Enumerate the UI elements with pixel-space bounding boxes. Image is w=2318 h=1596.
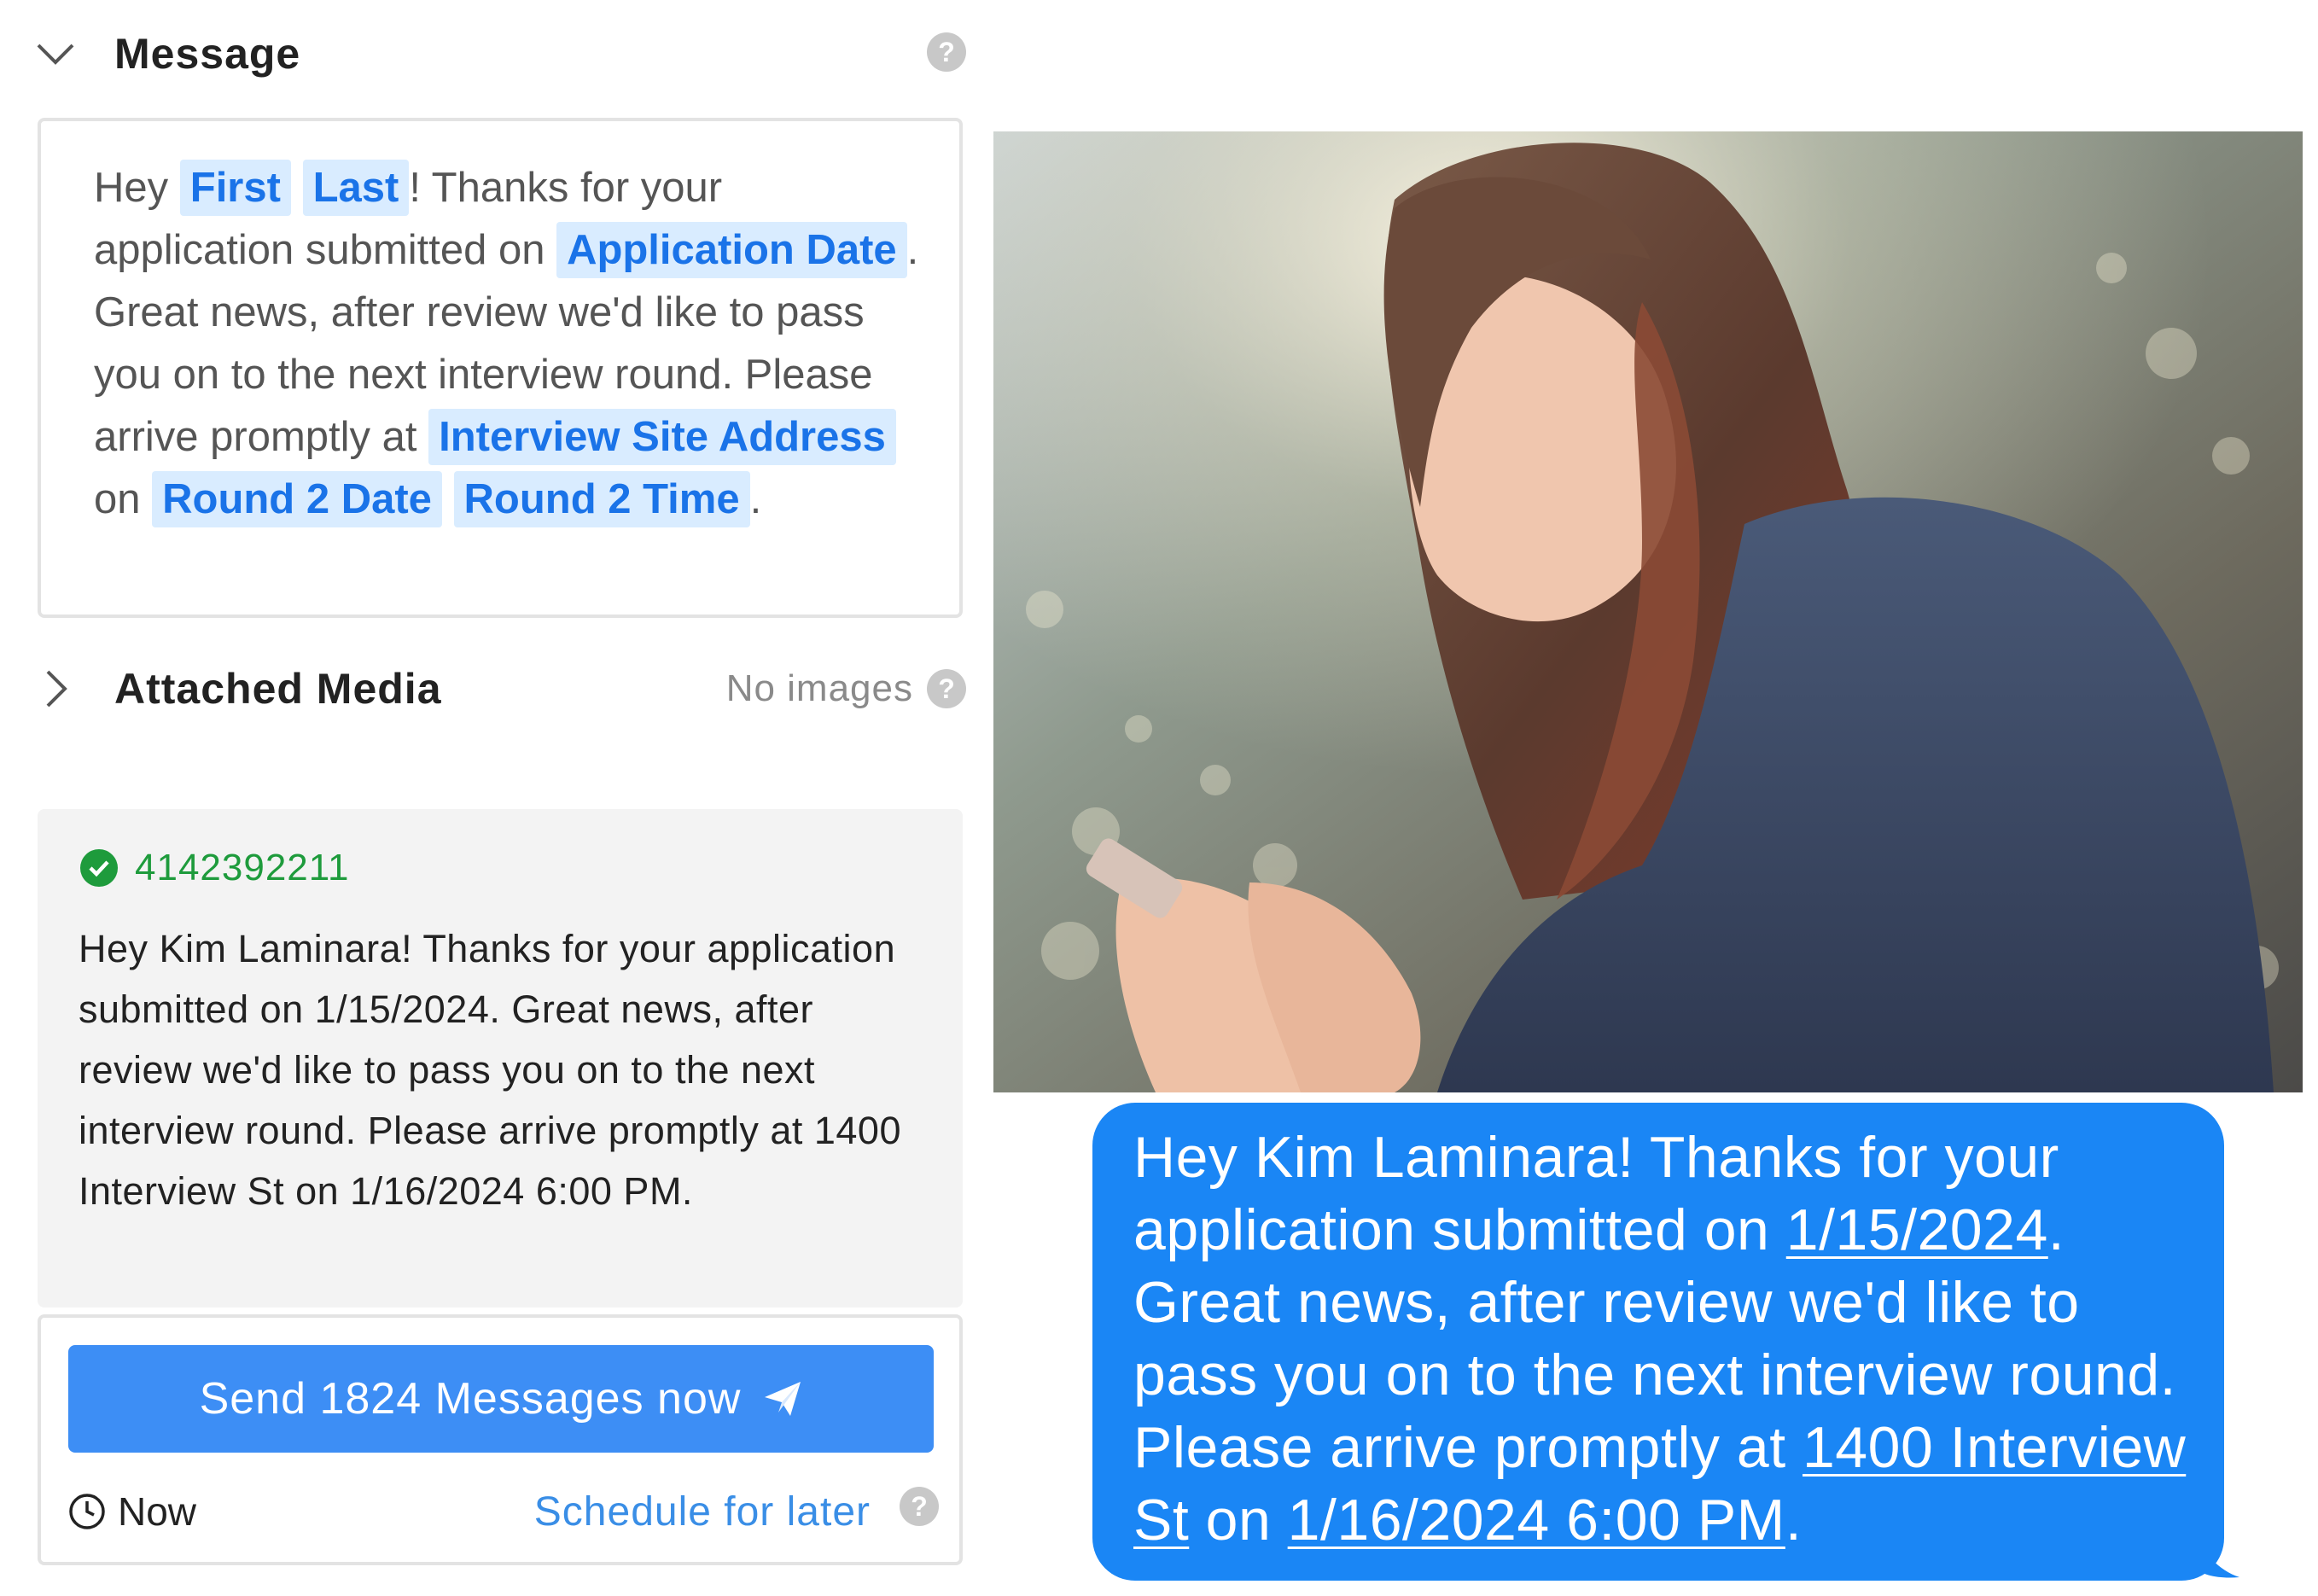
preview-recipient: 4142392211	[80, 847, 349, 889]
chevron-right-icon[interactable]	[34, 667, 77, 710]
check-circle-icon	[80, 849, 118, 887]
question-circle-icon[interactable]: ?	[900, 1487, 939, 1526]
sms-datetime-link[interactable]: 1/16/2024 6:00 PM	[1288, 1488, 1785, 1552]
send-timing-row: Now Schedule for later	[68, 1482, 939, 1541]
template-text-segment: .	[749, 476, 762, 522]
attached-media-title: Attached Media	[114, 665, 442, 713]
send-button-label: Send 1824 Messages now	[199, 1374, 742, 1424]
question-circle-icon[interactable]: ?	[927, 669, 966, 708]
merge-tag-round-2-time[interactable]: Round 2 Time	[453, 471, 750, 527]
merge-tag-first-name[interactable]: First	[179, 160, 291, 216]
recipient-phone-number: 4142392211	[135, 847, 350, 888]
merge-tag-last-name[interactable]: Last	[302, 160, 410, 216]
message-template-editor[interactable]: Hey First Last! Thanks for your applicat…	[38, 118, 963, 618]
question-circle-icon[interactable]: ?	[927, 32, 966, 72]
merge-tag-application-date[interactable]: Application Date	[556, 222, 907, 278]
merge-tag-round-2-date[interactable]: Round 2 Date	[152, 471, 442, 527]
message-section-title: Message	[114, 30, 301, 78]
send-panel: Send 1824 Messages now Now Schedule for …	[38, 1314, 963, 1565]
message-section-header[interactable]: Message	[34, 24, 973, 84]
template-text-segment: on	[94, 476, 153, 522]
preview-message-text: Hey Kim Laminara! Thanks for your applic…	[79, 927, 901, 1213]
merge-tag-interview-site-address[interactable]: Interview Site Address	[428, 409, 896, 465]
sms-message-text: Hey Kim Laminara! Thanks for your applic…	[1133, 1121, 2190, 1557]
attached-media-header[interactable]: Attached Media No images	[34, 659, 973, 719]
send-messages-button[interactable]: Send 1824 Messages now	[68, 1345, 934, 1453]
sms-text-segment: on	[1189, 1488, 1288, 1552]
bubble-tail	[2193, 1528, 2239, 1578]
woman-reading-phone-photo	[993, 131, 2303, 1092]
sms-text-segment: .	[1785, 1488, 1803, 1552]
template-text-segment: Hey	[94, 165, 180, 211]
send-now-option[interactable]: Now	[118, 1488, 196, 1535]
message-preview: 4142392211 Hey Kim Laminara! Thanks for …	[38, 809, 963, 1308]
clock-icon[interactable]	[68, 1493, 106, 1530]
message-template-text[interactable]: Hey First Last! Thanks for your applicat…	[94, 157, 930, 531]
chevron-down-icon[interactable]	[34, 32, 77, 75]
sms-message-bubble: Hey Kim Laminara! Thanks for your applic…	[1092, 1103, 2224, 1581]
schedule-for-later-link[interactable]: Schedule for later	[534, 1488, 871, 1535]
sms-date-link[interactable]: 1/15/2024	[1786, 1197, 2048, 1262]
paper-plane-icon	[763, 1380, 802, 1418]
attached-media-status: No images	[725, 667, 913, 709]
